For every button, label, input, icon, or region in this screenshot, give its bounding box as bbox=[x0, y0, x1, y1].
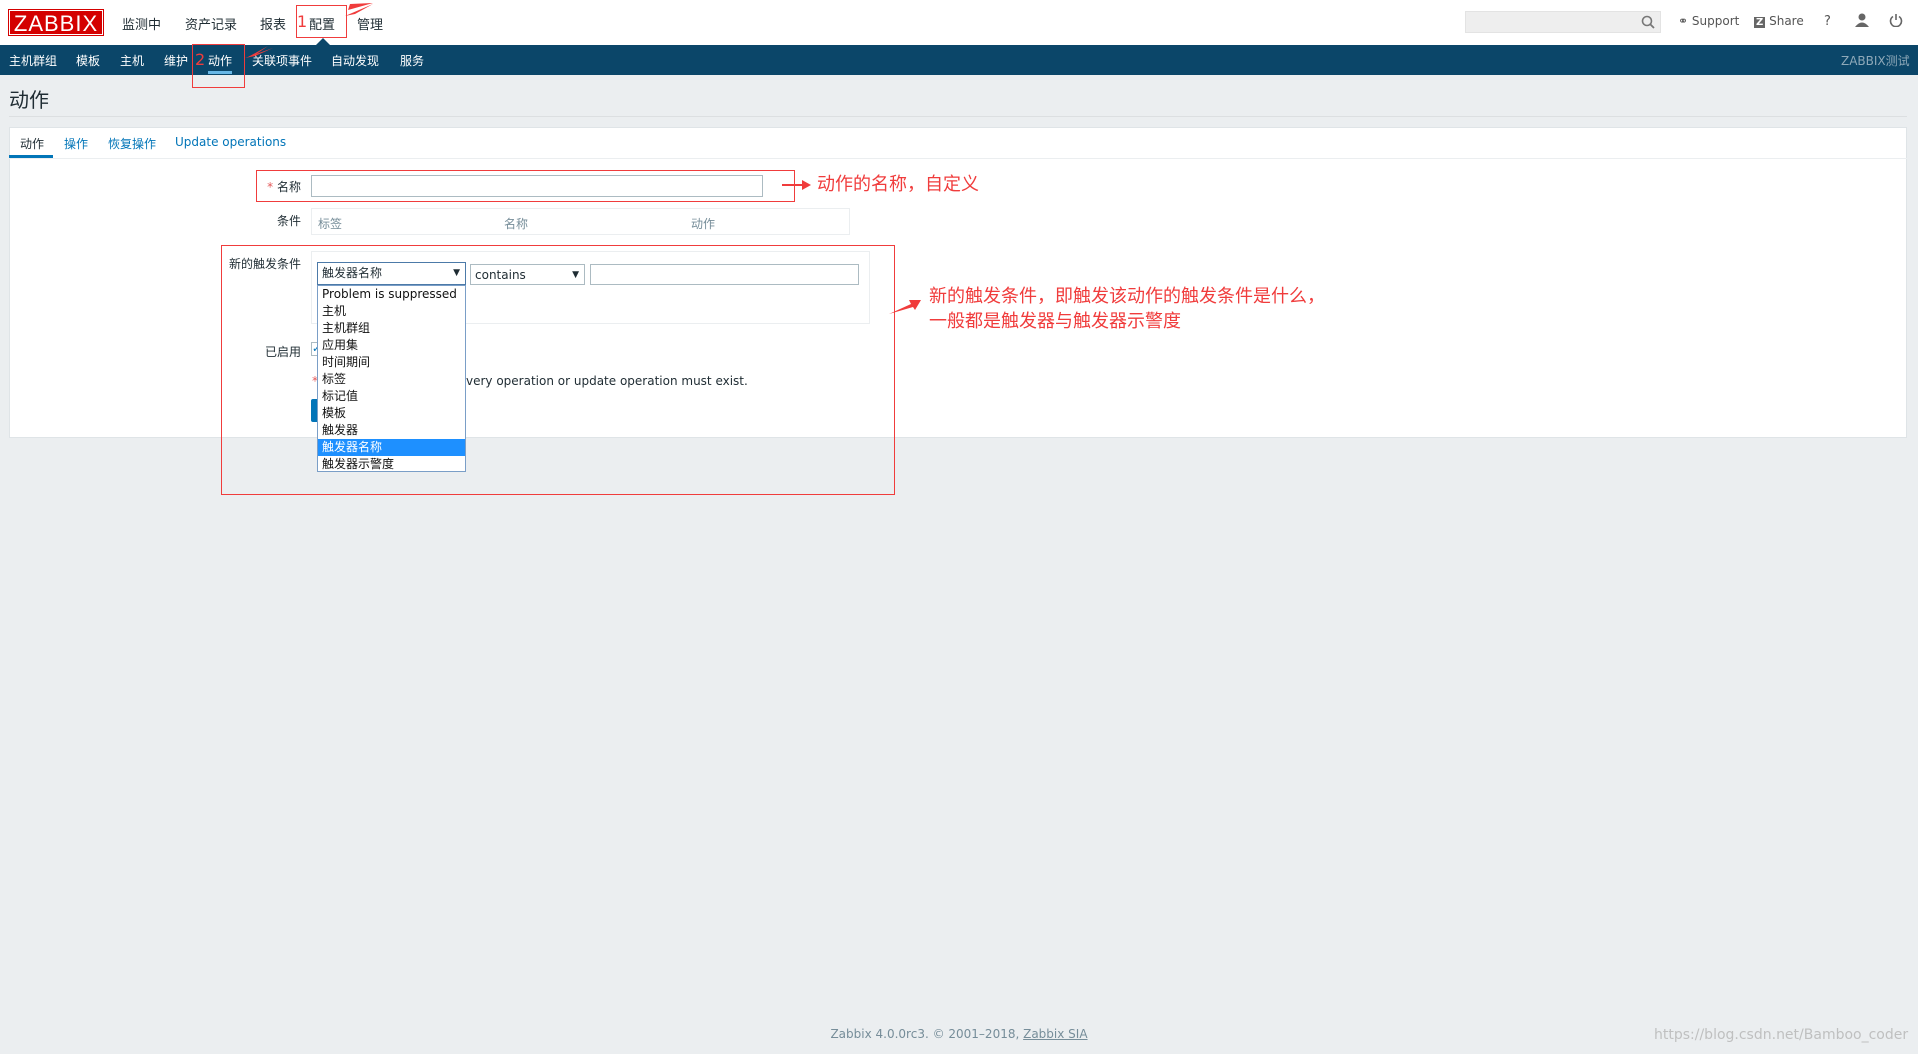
subnav-hosts[interactable]: 主机 bbox=[120, 52, 144, 69]
annotation-condition-note-1: 新的触发条件，即触发该动作的触发条件是什么， bbox=[929, 286, 1325, 307]
annotation-box-name bbox=[256, 170, 795, 202]
watermark: https://blog.csdn.net/Bamboo_coder bbox=[1654, 1027, 1909, 1043]
conditions-label: 条件 bbox=[276, 214, 301, 228]
arrow-icon bbox=[345, 4, 373, 16]
subnav-host-groups[interactable]: 主机群组 bbox=[9, 52, 57, 69]
column-header-name: 名称 bbox=[504, 217, 529, 231]
annotation-box-condition bbox=[221, 245, 895, 495]
conditions-table: 标签 名称 动作 bbox=[311, 208, 850, 235]
menu-inventory[interactable]: 资产记录 bbox=[185, 14, 237, 33]
support-link[interactable]: ⚭ Support bbox=[1678, 14, 1739, 28]
zabbix-logo[interactable]: ZABBIX bbox=[8, 9, 104, 36]
menu-monitoring[interactable]: 监测中 bbox=[122, 14, 161, 33]
active-tab-underline bbox=[9, 155, 53, 158]
annotation-condition-note-2: 一般都是触发器与触发器示警度 bbox=[929, 311, 1181, 332]
subnav-services[interactable]: 服务 bbox=[400, 52, 424, 69]
help-icon[interactable]: ? bbox=[1824, 14, 1831, 29]
user-profile-icon[interactable] bbox=[1855, 13, 1869, 27]
subnav-templates[interactable]: 模板 bbox=[76, 52, 100, 69]
annotation-step-2: 2 bbox=[195, 50, 206, 69]
tab-action[interactable]: 动作 bbox=[20, 135, 44, 152]
search-icon[interactable] bbox=[1641, 15, 1655, 29]
tab-recovery-operations[interactable]: 恢复操作 bbox=[108, 135, 156, 152]
tab-update-operations[interactable]: Update operations bbox=[175, 135, 286, 149]
tab-operations[interactable]: 操作 bbox=[64, 135, 88, 152]
subnav-maintenance[interactable]: 维护 bbox=[164, 52, 188, 69]
zabbix-share-icon: Z bbox=[1754, 17, 1766, 28]
server-name: ZABBIX测试 bbox=[1841, 54, 1910, 68]
arrow-icon bbox=[889, 300, 921, 314]
title-divider bbox=[9, 116, 1907, 117]
footer: Zabbix 4.0.0rc3. © 2001–2018, Zabbix SIA bbox=[830, 1027, 1088, 1041]
arrow-icon bbox=[782, 180, 811, 190]
share-link[interactable]: Z Share bbox=[1754, 14, 1804, 28]
tab-divider bbox=[9, 158, 1907, 159]
arrow-icon bbox=[245, 48, 273, 58]
annotation-name-note: 动作的名称，自定义 bbox=[817, 174, 979, 195]
column-header-action: 动作 bbox=[691, 217, 716, 231]
sign-out-power-icon[interactable] bbox=[1889, 13, 1903, 27]
headset-icon: ⚭ bbox=[1678, 14, 1689, 28]
page-title: 动作 bbox=[9, 88, 49, 112]
column-header-label: 标签 bbox=[318, 217, 343, 231]
footer-link[interactable]: Zabbix SIA bbox=[1023, 1027, 1087, 1041]
search-input[interactable] bbox=[1465, 11, 1661, 33]
